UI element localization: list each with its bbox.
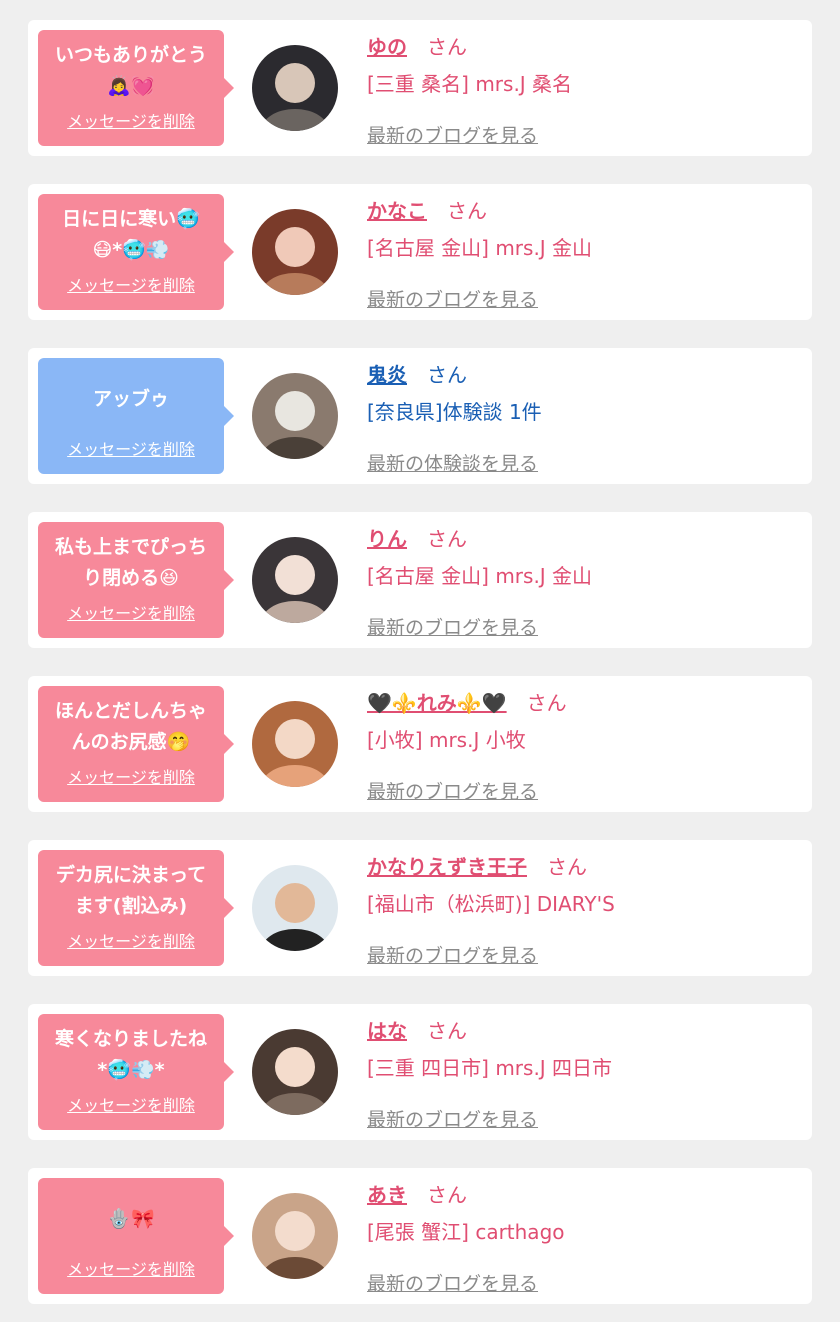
- delete-message-link[interactable]: メッセージを削除: [46, 764, 216, 788]
- sender-name-link[interactable]: 鬼炎: [367, 359, 407, 388]
- sender-info: ゆの さん [三重 桑名] mrs.J 桑名 最新のブログを見る: [367, 30, 802, 148]
- sender-name-link[interactable]: かなりえずき王子: [367, 851, 527, 880]
- avatar[interactable]: [252, 537, 338, 623]
- avatar-photo-icon: [252, 537, 338, 623]
- delete-message-link[interactable]: メッセージを削除: [46, 272, 216, 296]
- name-line: 🖤⚜️れみ⚜️🖤 さん: [367, 686, 802, 716]
- avatar-photo-icon: [252, 45, 338, 131]
- sender-name-link[interactable]: りん: [367, 523, 407, 552]
- name-line: かなこ さん: [367, 194, 802, 224]
- message-bubble: アッブゥ メッセージを削除: [38, 358, 234, 474]
- delete-message-link[interactable]: メッセージを削除: [46, 1256, 216, 1280]
- honorific-label: さん: [427, 362, 467, 387]
- sender-info: はな さん [三重 四日市] mrs.J 四日市 最新のブログを見る: [367, 1014, 802, 1132]
- honorific-label: さん: [427, 526, 467, 551]
- shop-label: [三重 四日市] mrs.J 四日市: [367, 1056, 613, 1080]
- shop-label: [三重 桑名] mrs.J 桑名: [367, 72, 573, 96]
- message-text: 🪬🎀: [107, 1207, 155, 1230]
- message-bubble: ほんとだしんちゃ んのお尻感🤭 メッセージを削除: [38, 686, 234, 802]
- latest-blog-link[interactable]: 最新のブログを見る: [367, 285, 802, 312]
- message-card: いつもありがとう 🙇‍♀️💓 メッセージを削除 ゆの さん [三重 桑名] mr…: [28, 20, 812, 156]
- avatar[interactable]: [252, 209, 338, 295]
- avatar-photo-icon: [252, 209, 338, 295]
- delete-message-link[interactable]: メッセージを削除: [46, 1092, 216, 1116]
- delete-message-link[interactable]: メッセージを削除: [46, 928, 216, 952]
- avatar[interactable]: [252, 865, 338, 951]
- avatar-photo-icon: [252, 865, 338, 951]
- sender-info: かなこ さん [名古屋 金山] mrs.J 金山 最新のブログを見る: [367, 194, 802, 312]
- message-text: デカ尻に決まって ます(割込み): [55, 864, 207, 917]
- delete-message-link[interactable]: メッセージを削除: [46, 108, 216, 132]
- sender-info: 鬼炎 さん [奈良県]体験談 1件 最新の体験談を見る: [367, 358, 802, 476]
- message-card: 私も上までぴっち り閉める😆 メッセージを削除 りん さん [名古屋 金山] m…: [28, 512, 812, 648]
- name-line: はな さん: [367, 1014, 802, 1044]
- sender-name-link[interactable]: あき: [367, 1179, 407, 1208]
- honorific-label: さん: [447, 198, 487, 223]
- sender-info: りん さん [名古屋 金山] mrs.J 金山 最新のブログを見る: [367, 522, 802, 640]
- honorific-label: さん: [526, 690, 567, 715]
- message-bubble: 寒くなりましたね *🥶💨* メッセージを削除: [38, 1014, 234, 1130]
- shop-label: [福山市（松浜町)] DIARY'S: [367, 892, 615, 916]
- latest-blog-link[interactable]: 最新のブログを見る: [367, 777, 802, 804]
- shop-label: [名古屋 金山] mrs.J 金山: [367, 564, 593, 588]
- sender-name-link[interactable]: はな: [367, 1015, 407, 1044]
- message-text: 日に日に寒い🥶 😷*🥶💨: [62, 208, 200, 261]
- delete-message-link[interactable]: メッセージを削除: [46, 600, 216, 624]
- shop-label: [尾張 蟹江] carthago: [367, 1220, 565, 1244]
- avatar-photo-icon: [252, 373, 338, 459]
- message-card: デカ尻に決まって ます(割込み) メッセージを削除 かなりえずき王子 さん [福…: [28, 840, 812, 976]
- honorific-label: さん: [427, 1018, 467, 1043]
- latest-blog-link[interactable]: 最新のブログを見る: [367, 1105, 802, 1132]
- latest-blog-link[interactable]: 最新のブログを見る: [367, 941, 802, 968]
- latest-blog-link[interactable]: 最新の体験談を見る: [367, 449, 802, 476]
- sender-name-link[interactable]: 🖤⚜️れみ⚜️🖤: [367, 687, 507, 716]
- latest-blog-link[interactable]: 最新のブログを見る: [367, 121, 802, 148]
- honorific-label: さん: [547, 854, 587, 879]
- sender-info: 🖤⚜️れみ⚜️🖤 さん [小牧] mrs.J 小牧 最新のブログを見る: [367, 686, 802, 804]
- sender-name-link[interactable]: かなこ: [367, 195, 427, 224]
- message-text: いつもありがとう 🙇‍♀️💓: [54, 44, 207, 97]
- avatar-photo-icon: [252, 701, 338, 787]
- name-line: ゆの さん: [367, 30, 802, 60]
- message-card: ほんとだしんちゃ んのお尻感🤭 メッセージを削除 🖤⚜️れみ⚜️🖤 さん [小牧…: [28, 676, 812, 812]
- latest-blog-link[interactable]: 最新のブログを見る: [367, 1269, 802, 1296]
- message-bubble: いつもありがとう 🙇‍♀️💓 メッセージを削除: [38, 30, 234, 146]
- message-card: 日に日に寒い🥶 😷*🥶💨 メッセージを削除 かなこ さん [名古屋 金山] mr…: [28, 184, 812, 320]
- sender-name-link[interactable]: ゆの: [367, 31, 407, 60]
- name-line: あき さん: [367, 1178, 802, 1208]
- shop-label: [名古屋 金山] mrs.J 金山: [367, 236, 593, 260]
- delete-message-link[interactable]: メッセージを削除: [46, 436, 216, 460]
- avatar-photo-icon: [252, 1029, 338, 1115]
- name-line: かなりえずき王子 さん: [367, 850, 802, 880]
- shop-label: [奈良県]体験談 1件: [367, 400, 542, 424]
- message-text: 私も上までぴっち り閉める😆: [54, 536, 207, 589]
- sender-info: あき さん [尾張 蟹江] carthago 最新のブログを見る: [367, 1178, 802, 1296]
- avatar[interactable]: [252, 45, 338, 131]
- message-text: ほんとだしんちゃ んのお尻感🤭: [54, 700, 207, 753]
- message-card: 寒くなりましたね *🥶💨* メッセージを削除 はな さん [三重 四日市] mr…: [28, 1004, 812, 1140]
- message-card: 🪬🎀 メッセージを削除 あき さん [尾張 蟹江] carthago 最新のブロ…: [28, 1168, 812, 1304]
- avatar[interactable]: [252, 373, 338, 459]
- message-list: いつもありがとう 🙇‍♀️💓 メッセージを削除 ゆの さん [三重 桑名] mr…: [0, 0, 840, 1304]
- message-bubble: 日に日に寒い🥶 😷*🥶💨 メッセージを削除: [38, 194, 234, 310]
- avatar-photo-icon: [252, 1193, 338, 1279]
- avatar[interactable]: [252, 1193, 338, 1279]
- shop-label: [小牧] mrs.J 小牧: [367, 728, 526, 752]
- message-text: アッブゥ: [92, 387, 169, 410]
- honorific-label: さん: [427, 1182, 467, 1207]
- message-bubble: 私も上までぴっち り閉める😆 メッセージを削除: [38, 522, 234, 638]
- message-bubble: 🪬🎀 メッセージを削除: [38, 1178, 234, 1294]
- sender-info: かなりえずき王子 さん [福山市（松浜町)] DIARY'S 最新のブログを見る: [367, 850, 802, 968]
- avatar[interactable]: [252, 1029, 338, 1115]
- message-card: アッブゥ メッセージを削除 鬼炎 さん [奈良県]体験談 1件 最新の体験談を見…: [28, 348, 812, 484]
- honorific-label: さん: [427, 34, 467, 59]
- name-line: りん さん: [367, 522, 802, 552]
- latest-blog-link[interactable]: 最新のブログを見る: [367, 613, 802, 640]
- message-text: 寒くなりましたね *🥶💨*: [54, 1028, 207, 1081]
- name-line: 鬼炎 さん: [367, 358, 802, 388]
- avatar[interactable]: [252, 701, 338, 787]
- message-bubble: デカ尻に決まって ます(割込み) メッセージを削除: [38, 850, 234, 966]
